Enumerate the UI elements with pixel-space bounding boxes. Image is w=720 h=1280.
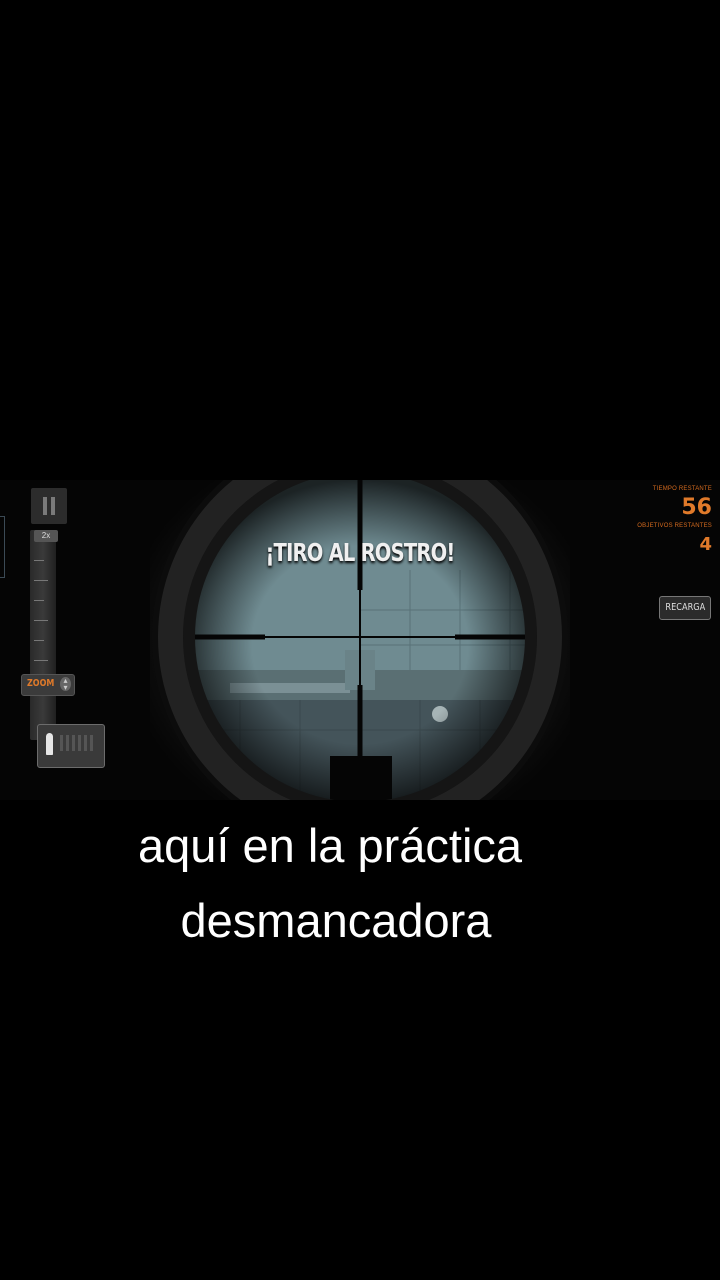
magazine-slot [60,735,63,751]
side-tab[interactable] [0,516,5,578]
reload-button[interactable]: RECARGA [659,596,711,620]
time-remaining-value: 56 [681,495,712,520]
zoom-slider[interactable] [30,530,56,740]
bullet-icon [46,733,53,755]
sniper-scope [152,480,568,800]
zoom-label: ZOOM [27,678,55,689]
magazine-slot [72,735,75,751]
rifle-post [330,756,392,800]
magazine-slot [78,735,81,751]
targets-remaining-value: 4 [699,534,712,555]
zoom-button[interactable]: ZOOM ▴ ▾ [21,674,75,696]
zoom-tick [34,640,44,641]
reload-label: RECARGA [665,602,705,613]
zoom-level-indicator: 2x [34,530,58,542]
pause-button[interactable] [31,488,67,524]
headshot-banner: ¡TIRO AL ROSTRO! [265,538,455,567]
magazine-slot [66,735,69,751]
zoom-tick [34,600,44,601]
game-viewport[interactable]: ¡TIRO AL ROSTRO! 2x ZOOM ▴ ▾ TIEMPO RESTA… [0,480,720,800]
zoom-tick [34,620,48,621]
zoom-tick [34,580,48,581]
time-remaining-label: TIEMPO RESTANTE [652,486,712,492]
zoom-tick [34,560,44,561]
caption-line-2: desmancadora [180,894,492,947]
caption-line-1: aquí en la práctica [137,819,523,872]
magazine-slot [90,735,93,751]
ammo-indicator[interactable] [37,724,105,768]
zoom-tick [34,660,48,661]
targets-remaining-label: OBJETIVOS RESTANTES [637,523,712,529]
up-down-arrows-icon: ▴ ▾ [60,677,71,692]
magazine-slot [84,735,87,751]
